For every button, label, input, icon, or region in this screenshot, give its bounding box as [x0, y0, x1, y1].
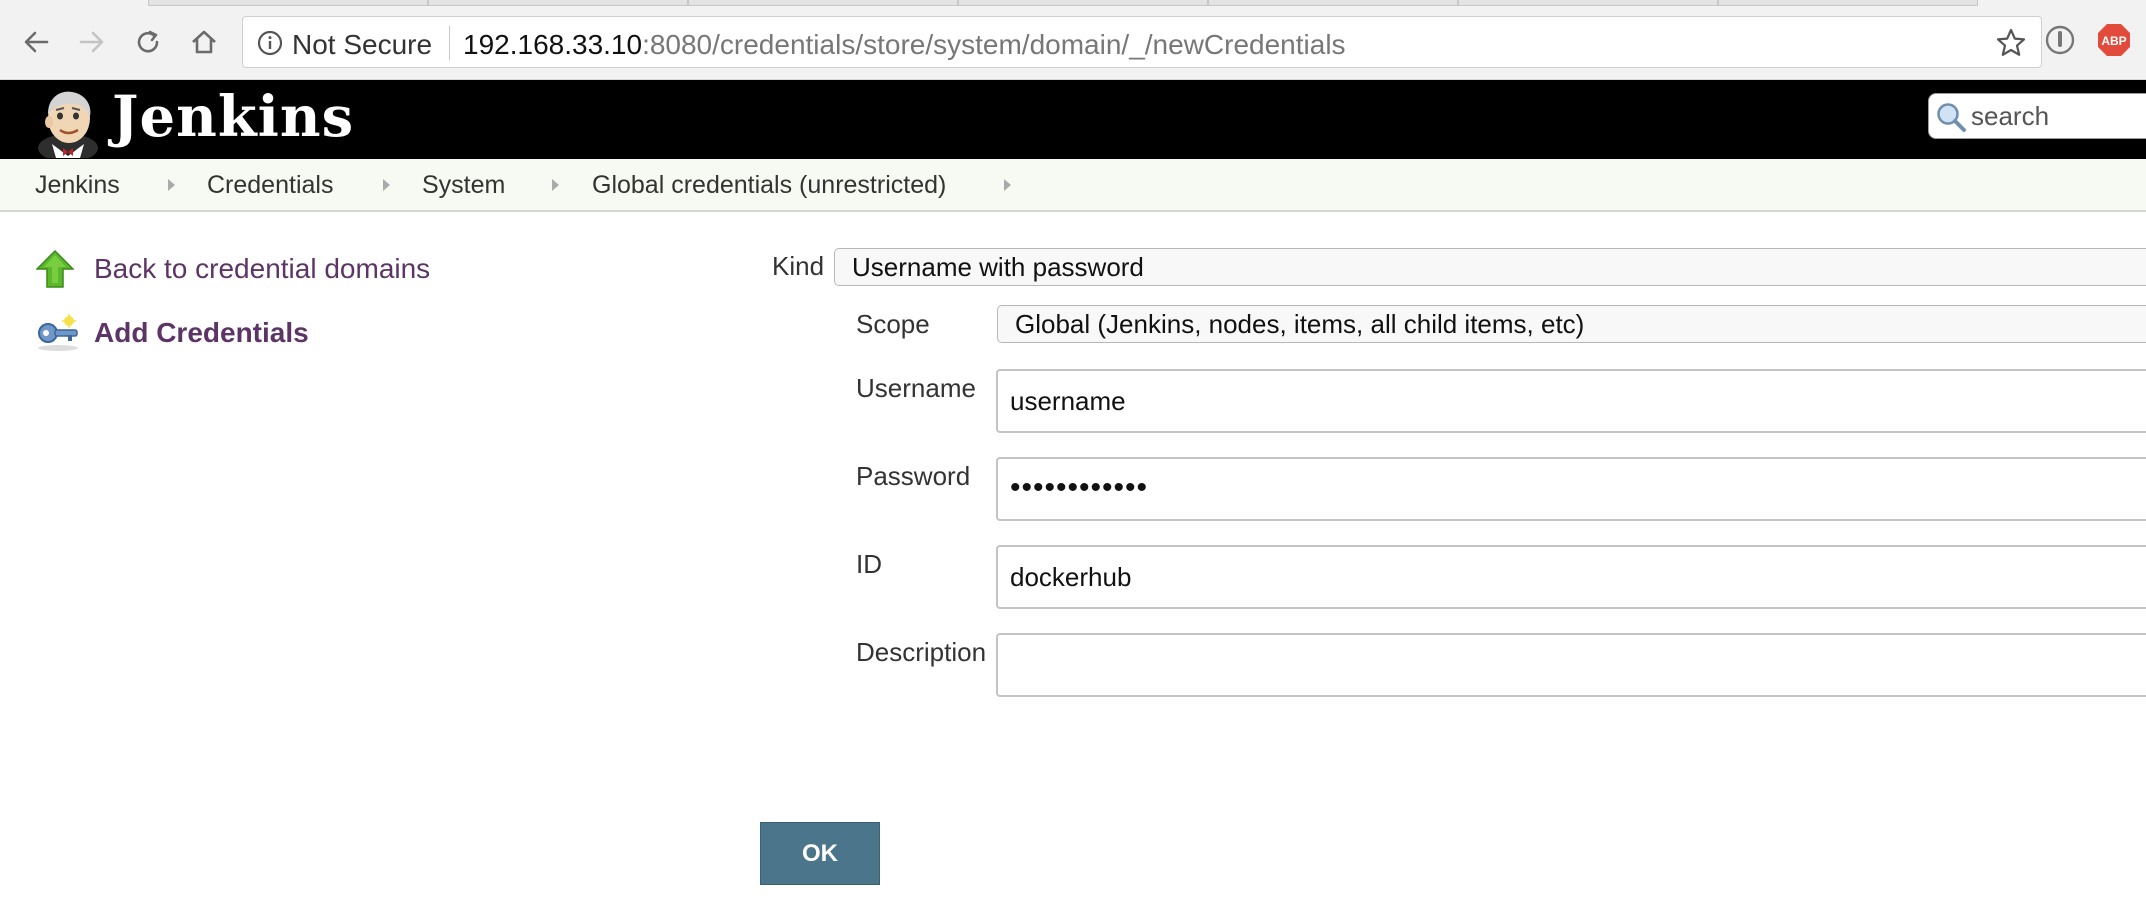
forward-arrow-icon — [79, 31, 104, 53]
search-box[interactable] — [1928, 93, 2146, 139]
browser-tab[interactable] — [428, 0, 688, 6]
search-icon — [1937, 103, 1966, 132]
back-button[interactable] — [14, 20, 58, 64]
browser-tab[interactable] — [1458, 0, 1718, 6]
username-label: Username — [856, 373, 976, 403]
password-mask: •••••••••••• — [1010, 471, 1149, 504]
id-field[interactable] — [996, 545, 2146, 609]
sidebar-item-back-to-domains[interactable]: Back to credential domains — [36, 249, 430, 289]
description-field[interactable] — [996, 633, 2146, 697]
jenkins-brand[interactable]: Jenkins — [112, 84, 354, 150]
password-label: Password — [856, 461, 971, 491]
ok-button[interactable]: OK — [760, 822, 880, 885]
browser-toolbar: Not Secure 192.168.33.10:8080/credential… — [0, 0, 2146, 80]
url-path: :8080/credentials/store/system/domain/_/… — [642, 29, 1346, 60]
breadcrumb-arrow-icon[interactable] — [168, 179, 175, 191]
forward-button[interactable] — [70, 20, 114, 64]
reload-button[interactable] — [126, 20, 170, 64]
jenkins-header: Jenkins — [0, 80, 2146, 159]
browser-tab[interactable] — [1208, 0, 1458, 6]
password-manager-icon[interactable] — [2044, 20, 2076, 60]
home-icon — [192, 30, 216, 54]
bookmark-star-icon[interactable] — [1995, 27, 2027, 59]
home-button[interactable] — [182, 20, 226, 64]
jenkins-butler-logo-icon[interactable] — [32, 86, 106, 158]
up-arrow-icon — [36, 249, 74, 288]
info-icon[interactable] — [257, 30, 283, 56]
adblock-icon[interactable]: ABP — [2096, 20, 2132, 60]
search-input[interactable] — [1969, 98, 2146, 134]
url-text[interactable]: 192.168.33.10:8080/credentials/store/sys… — [463, 29, 1346, 61]
reload-icon — [137, 30, 159, 53]
adblock-label: ABP — [2101, 34, 2126, 48]
browser-tab[interactable] — [688, 0, 958, 6]
sidebar-item-label[interactable]: Add Credentials — [94, 317, 309, 349]
scope-select[interactable]: Global (Jenkins, nodes, items, all child… — [997, 305, 2146, 343]
address-bar[interactable]: Not Secure 192.168.33.10:8080/credential… — [242, 16, 2042, 68]
address-divider — [449, 26, 450, 60]
breadcrumb: Jenkins Credentials System Global creden… — [0, 159, 2146, 212]
username-field[interactable] — [996, 369, 2146, 433]
breadcrumb-system[interactable]: System — [422, 171, 505, 200]
url-host: 192.168.33.10 — [463, 29, 643, 60]
breadcrumb-global-credentials[interactable]: Global credentials (unrestricted) — [592, 171, 946, 200]
browser-tab[interactable] — [148, 0, 428, 6]
description-label: Description — [856, 637, 987, 667]
breadcrumb-arrow-icon[interactable] — [383, 179, 390, 191]
browser-tab[interactable] — [958, 0, 1208, 6]
breadcrumb-arrow-icon[interactable] — [552, 179, 559, 191]
breadcrumb-jenkins[interactable]: Jenkins — [35, 171, 120, 200]
breadcrumb-credentials[interactable]: Credentials — [207, 171, 333, 200]
scope-label: Scope — [856, 309, 930, 339]
password-field[interactable]: •••••••••••• — [996, 457, 2146, 521]
back-arrow-icon — [24, 31, 49, 53]
id-label: ID — [856, 549, 882, 579]
kind-label: Kind — [772, 251, 825, 281]
sidebar-item-add-credentials[interactable]: Add Credentials — [36, 313, 309, 353]
breadcrumb-arrow-icon[interactable] — [1004, 179, 1011, 191]
browser-tab[interactable] — [1718, 0, 1978, 6]
kind-select[interactable]: Username with password — [834, 248, 2146, 286]
sidebar-item-label[interactable]: Back to credential domains — [94, 253, 430, 285]
security-status[interactable]: Not Secure — [292, 29, 432, 61]
key-icon — [38, 314, 78, 351]
